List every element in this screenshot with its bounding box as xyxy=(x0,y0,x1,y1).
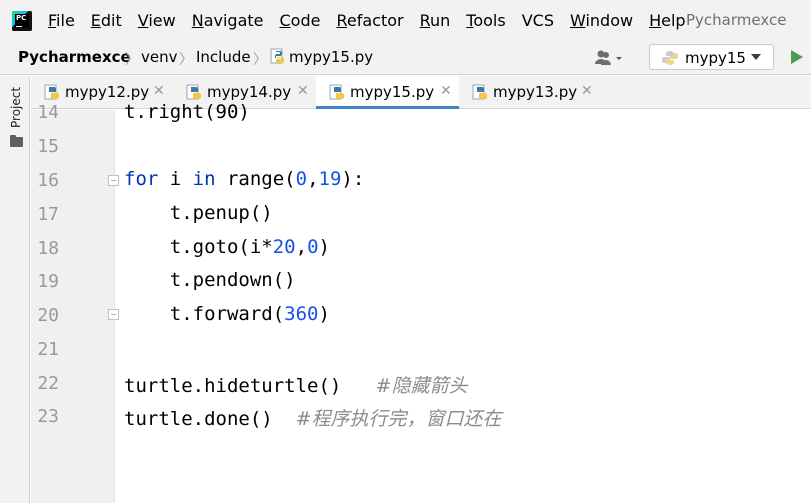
breadcrumb-venv[interactable]: venv xyxy=(141,48,178,66)
line-number: 19 xyxy=(37,271,59,292)
python-file-icon xyxy=(186,84,201,100)
breadcrumb-project[interactable]: Pycharmexce xyxy=(18,48,131,66)
tab-mypy13[interactable]: mypy13.py ✕ xyxy=(459,76,605,108)
run-configuration-selector[interactable]: mypy15 xyxy=(649,44,774,70)
line-number: 16 xyxy=(37,170,59,191)
fold-marker-icon[interactable] xyxy=(108,175,119,186)
tab-label: mypy13.py xyxy=(493,83,578,101)
window-title: Pycharmexce xyxy=(686,11,787,29)
tab-label: mypy12.py xyxy=(65,83,150,101)
chevron-down-icon xyxy=(751,54,761,60)
close-icon[interactable]: ✕ xyxy=(297,83,309,99)
run-configuration-label: mypy15 xyxy=(685,49,746,67)
menu-file[interactable]: File xyxy=(48,11,75,30)
code-line: t.goto(i*20,0) xyxy=(124,236,330,258)
menu-view[interactable]: View xyxy=(138,11,176,30)
menu-window[interactable]: Window xyxy=(570,11,633,30)
python-icon xyxy=(662,51,678,65)
close-icon[interactable]: ✕ xyxy=(153,83,165,99)
tab-label: mypy15.py xyxy=(350,83,435,101)
menu-help[interactable]: Help xyxy=(649,11,685,30)
python-file-icon xyxy=(270,48,284,64)
tab-label: mypy14.py xyxy=(207,83,292,101)
code-line: t.pendown() xyxy=(124,269,296,291)
pycharm-logo-icon: PC xyxy=(12,10,32,31)
line-number: 14 xyxy=(37,102,59,123)
python-file-icon xyxy=(44,84,59,100)
line-number: 22 xyxy=(37,373,59,394)
menu-edit[interactable]: Edit xyxy=(91,11,122,30)
python-file-icon xyxy=(329,84,344,100)
close-icon[interactable]: ✕ xyxy=(581,83,593,99)
breadcrumb-separator-icon: 〉 xyxy=(125,52,139,68)
menu-refactor[interactable]: Refactor xyxy=(336,11,403,30)
code-line: t.right(90) xyxy=(124,101,250,123)
menu-tools[interactable]: Tools xyxy=(466,11,505,30)
menu-run[interactable]: Run xyxy=(420,11,451,30)
tab-mypy15[interactable]: mypy15.py ✕ xyxy=(316,76,459,109)
menu-code[interactable]: Code xyxy=(280,11,321,30)
code-line: turtle.hideturtle() #隐藏箭头 xyxy=(124,375,468,397)
fold-marker-icon[interactable] xyxy=(108,309,119,320)
menu-vcs[interactable]: VCS xyxy=(522,11,554,30)
menu-bar: PC File Edit View Navigate Code Refactor… xyxy=(0,0,811,41)
folder-icon xyxy=(10,135,23,147)
line-number: 20 xyxy=(37,305,59,326)
breadcrumb-include[interactable]: Include xyxy=(196,48,251,66)
line-number: 18 xyxy=(37,238,59,259)
line-number: 15 xyxy=(37,136,59,157)
code-line: for i in range(0,19): xyxy=(124,168,365,190)
line-number: 23 xyxy=(37,406,59,427)
line-number: 17 xyxy=(37,204,59,225)
project-tool-window-button[interactable]: Project xyxy=(9,87,23,128)
run-icon[interactable] xyxy=(791,50,803,64)
close-icon[interactable]: ✕ xyxy=(440,83,452,99)
breadcrumb-separator-icon: 〉 xyxy=(253,52,267,68)
user-dropdown-icon[interactable] xyxy=(594,49,624,67)
breadcrumb-separator-icon: 〉 xyxy=(179,52,193,68)
menu-navigate[interactable]: Navigate xyxy=(192,11,264,30)
breadcrumb-file[interactable]: mypy15.py xyxy=(289,48,373,66)
code-line: turtle.done() #程序执行完，窗口还在 xyxy=(124,408,502,430)
code-line: t.forward(360) xyxy=(124,303,330,325)
code-line: t.penup() xyxy=(124,202,273,224)
python-file-icon xyxy=(472,84,487,100)
line-number: 21 xyxy=(37,339,59,360)
